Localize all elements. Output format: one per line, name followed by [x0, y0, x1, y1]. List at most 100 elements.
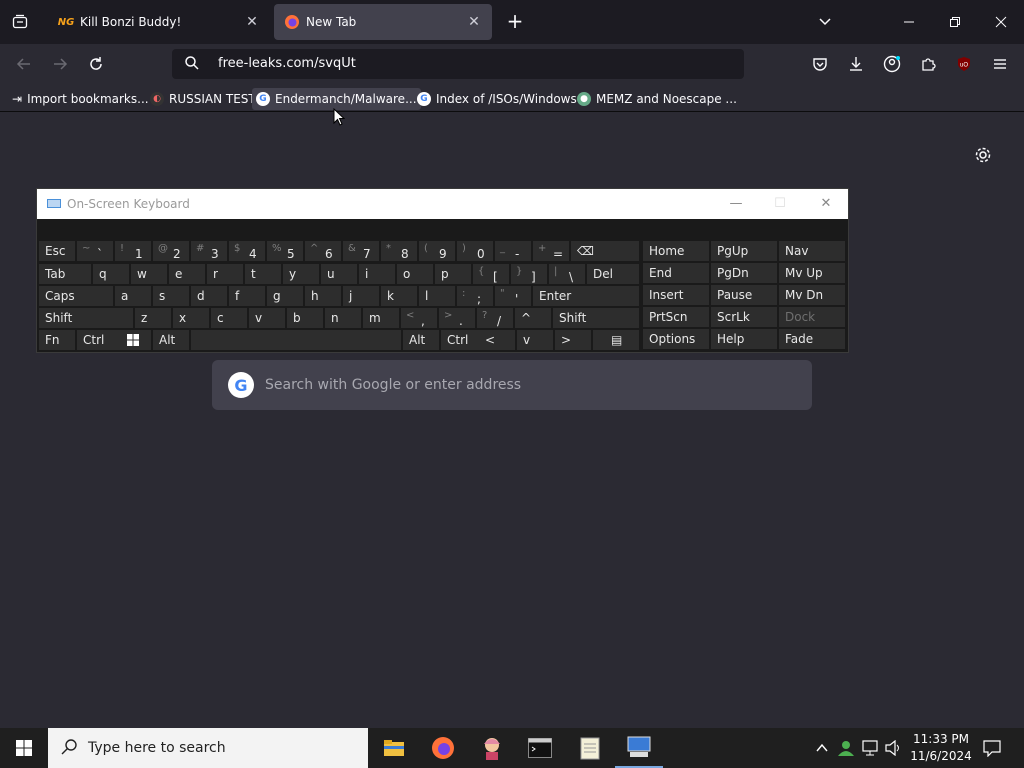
bookmark-import[interactable]: ⇥ Import bookmarks...: [8, 88, 153, 110]
osk-title-bar[interactable]: On-Screen Keyboard — ☐ ✕: [37, 189, 848, 219]
taskbar-firefox[interactable]: [419, 728, 467, 768]
osk-key-k[interactable]: k: [381, 286, 417, 306]
minimize-button[interactable]: [886, 0, 932, 44]
taskbar-terminal[interactable]: [516, 728, 564, 768]
osk-key-symbol[interactable]: + =: [533, 241, 569, 261]
osk-key-y[interactable]: y: [283, 264, 319, 284]
pocket-button[interactable]: [806, 50, 834, 78]
osk-key-home[interactable]: Home: [643, 241, 709, 261]
osk-maximize-button[interactable]: ☐: [769, 193, 791, 215]
tray-network[interactable]: [860, 738, 880, 758]
osk-key-u[interactable]: u: [321, 264, 357, 284]
osk-key-v[interactable]: v: [249, 308, 285, 328]
osk-key-3[interactable]: #3: [191, 241, 227, 261]
osk-key-symbol[interactable]: ~ `: [77, 241, 113, 261]
close-tab-icon[interactable]: ✕: [466, 14, 482, 30]
osk-key-symbol[interactable]: ? /: [477, 308, 513, 328]
address-bar[interactable]: free-leaks.com/svqUt: [172, 49, 744, 79]
osk-key-nav[interactable]: Nav: [779, 241, 845, 261]
downloads-button[interactable]: [842, 50, 870, 78]
osk-key-a[interactable]: a: [115, 286, 151, 306]
osk-key-n[interactable]: n: [325, 308, 361, 328]
osk-key-2[interactable]: @2: [153, 241, 189, 261]
osk-key-tab[interactable]: Tab: [39, 264, 91, 284]
osk-key-esc[interactable]: Esc: [39, 241, 75, 261]
menu-button[interactable]: [986, 50, 1014, 78]
list-all-tabs-button[interactable]: [802, 0, 848, 44]
osk-key-shift[interactable]: Shift: [39, 308, 133, 328]
osk-key-symbol[interactable]: >.: [439, 308, 475, 328]
osk-minimize-button[interactable]: —: [725, 193, 747, 215]
osk-key-symbol[interactable]: <,: [401, 308, 437, 328]
osk-key-4[interactable]: $4: [229, 241, 265, 261]
osk-key-pgdn[interactable]: PgDn: [711, 263, 777, 283]
osk-key-right-arrow[interactable]: >: [555, 330, 591, 350]
osk-key-x[interactable]: x: [173, 308, 209, 328]
osk-key-prtscn[interactable]: PrtScn: [643, 307, 709, 327]
account-button[interactable]: [878, 50, 906, 78]
osk-key-caps[interactable]: Caps: [39, 286, 113, 306]
osk-key-fn[interactable]: Fn: [39, 330, 75, 350]
osk-key-up-arrow[interactable]: ^: [515, 308, 551, 328]
osk-key-fade[interactable]: Fade: [779, 329, 845, 349]
reload-button[interactable]: [82, 50, 110, 78]
osk-key-z[interactable]: z: [135, 308, 171, 328]
osk-key-left-arrow[interactable]: <: [479, 330, 515, 350]
osk-key-windows[interactable]: [115, 330, 151, 350]
forward-button[interactable]: [46, 50, 74, 78]
tray-people[interactable]: [836, 738, 856, 758]
new-tab-button[interactable]: +: [503, 10, 527, 34]
close-tab-icon[interactable]: ✕: [244, 14, 260, 30]
bookmark-russian-test[interactable]: ◐ RUSSIAN TEST: [146, 88, 260, 110]
osk-key-7[interactable]: & 7: [343, 241, 379, 261]
osk-key-space[interactable]: [191, 330, 401, 350]
osk-key-p[interactable]: p: [435, 264, 471, 284]
osk-key-5[interactable]: % 5: [267, 241, 303, 261]
osk-key-b[interactable]: b: [287, 308, 323, 328]
osk-key-symbol[interactable]: " ': [495, 286, 531, 306]
osk-key-0[interactable]: ) 0: [457, 241, 493, 261]
osk-key-backspace[interactable]: ⌫: [571, 241, 639, 261]
osk-key-alt[interactable]: Alt: [403, 330, 439, 350]
tab-list-button[interactable]: [6, 8, 34, 36]
osk-key-r[interactable]: r: [207, 264, 243, 284]
osk-key-end[interactable]: End: [643, 263, 709, 283]
osk-key-m[interactable]: m: [363, 308, 399, 328]
taskbar-osk[interactable]: [615, 728, 663, 768]
osk-key-alt[interactable]: Alt: [153, 330, 189, 350]
tray-clock[interactable]: 11:33 PM 11/6/2024: [898, 731, 984, 765]
osk-key-down-arrow[interactable]: v: [517, 330, 553, 350]
osk-key-pgup[interactable]: PgUp: [711, 241, 777, 261]
show-hidden-icons-button[interactable]: [812, 738, 832, 758]
bookmark-isos[interactable]: G Index of /ISOs/Windows: [413, 88, 581, 110]
osk-key-insert[interactable]: Insert: [643, 285, 709, 305]
osk-key-symbol[interactable]: :;: [457, 286, 493, 306]
osk-key-help[interactable]: Help: [711, 329, 777, 349]
taskbar-search-box[interactable]: Type here to search: [48, 728, 368, 768]
osk-key-i[interactable]: i: [359, 264, 395, 284]
osk-key-o[interactable]: o: [397, 264, 433, 284]
settings-button[interactable]: [972, 144, 994, 166]
osk-key-q[interactable]: q: [93, 264, 129, 284]
osk-key-mv-up[interactable]: Mv Up: [779, 263, 845, 283]
osk-key-symbol[interactable]: _ -: [495, 241, 531, 261]
restore-button[interactable]: [932, 0, 978, 44]
osk-key-1[interactable]: ! 1: [115, 241, 151, 261]
osk-key-symbol[interactable]: | \: [549, 264, 585, 284]
osk-key-symbol[interactable]: }]: [511, 264, 547, 284]
bookmark-endermanch[interactable]: G Endermanch/Malware...: [252, 88, 421, 110]
osk-key-c[interactable]: c: [211, 308, 247, 328]
osk-key-h[interactable]: h: [305, 286, 341, 306]
osk-key-6[interactable]: ^ 6: [305, 241, 341, 261]
osk-key-t[interactable]: t: [245, 264, 281, 284]
osk-key-8[interactable]: * 8: [381, 241, 417, 261]
osk-key-pause[interactable]: Pause: [711, 285, 777, 305]
osk-key-scrlk[interactable]: ScrLk: [711, 307, 777, 327]
osk-key-enter[interactable]: Enter: [533, 286, 639, 306]
osk-key-d[interactable]: d: [191, 286, 227, 306]
osk-key-g[interactable]: g: [267, 286, 303, 306]
back-button[interactable]: [10, 50, 38, 78]
osk-key-e[interactable]: e: [169, 264, 205, 284]
osk-key-options[interactable]: Options: [643, 329, 709, 349]
action-center-button[interactable]: [982, 738, 1002, 758]
